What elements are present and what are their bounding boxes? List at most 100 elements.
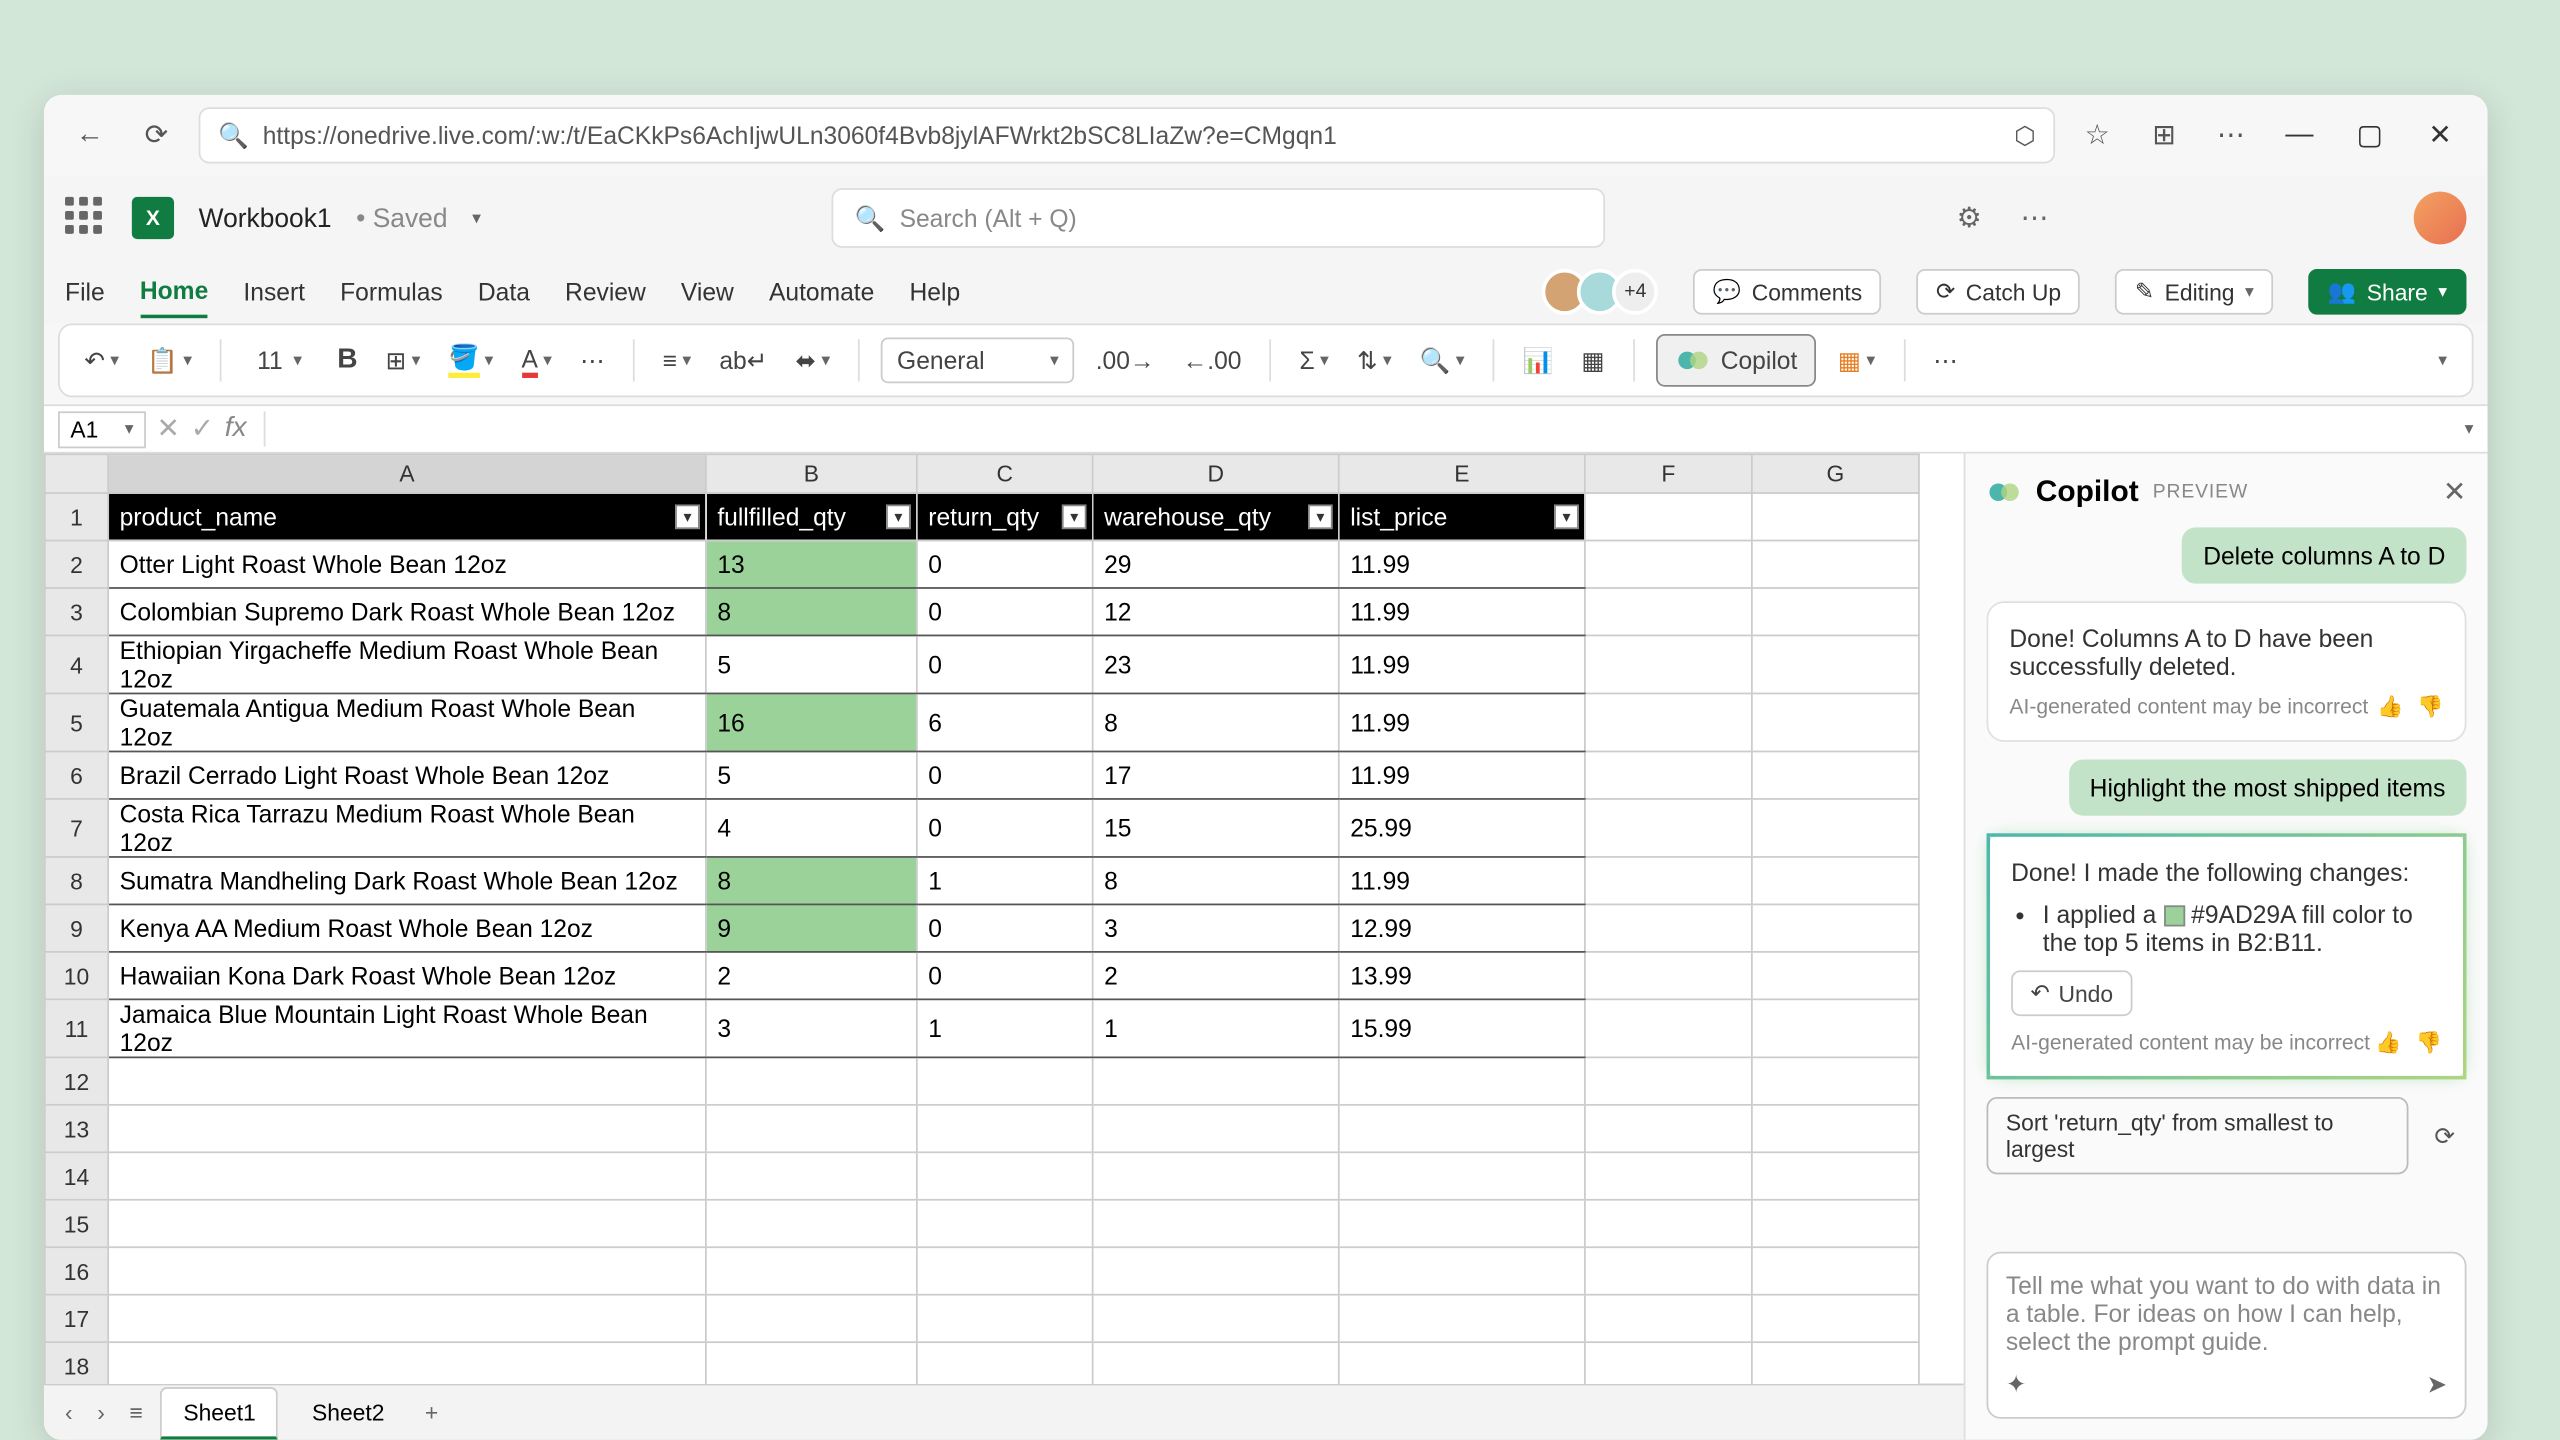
share-button[interactable]: 👥 Share ▾	[2308, 269, 2466, 315]
table-header-cell[interactable]: return_qty▾	[917, 493, 1093, 540]
refresh-suggestion-icon[interactable]: ⟳	[2423, 1113, 2467, 1159]
sheet-tab-2[interactable]: Sheet2	[289, 1387, 407, 1438]
tab-home[interactable]: Home	[140, 265, 208, 318]
cell[interactable]: 0	[917, 952, 1093, 999]
cell[interactable]: 2	[706, 952, 917, 999]
cell[interactable]	[1585, 1247, 1752, 1294]
cell[interactable]: Jamaica Blue Mountain Light Roast Whole …	[108, 999, 706, 1057]
cell[interactable]: 0	[917, 541, 1093, 588]
tab-view[interactable]: View	[681, 267, 734, 316]
col-header-E[interactable]: E	[1339, 454, 1585, 493]
cell[interactable]: Ethiopian Yirgacheffe Medium Roast Whole…	[108, 636, 706, 694]
suggestion-chip[interactable]: Sort 'return_qty' from smallest to large…	[1987, 1097, 2409, 1174]
thumbs-up-icon[interactable]: 👍	[2375, 1030, 2401, 1055]
cancel-formula-icon[interactable]: ✕	[156, 411, 180, 446]
cell[interactable]: Colombian Supremo Dark Roast Whole Bean …	[108, 588, 706, 635]
refresh-button[interactable]: ⟳	[132, 111, 181, 160]
collaborator-avatars[interactable]: +4	[1553, 269, 1658, 315]
cell[interactable]: 1	[917, 999, 1093, 1057]
cell[interactable]: Costa Rica Tarrazu Medium Roast Whole Be…	[108, 799, 706, 857]
cell[interactable]	[1752, 636, 1919, 694]
row-header[interactable]: 3	[45, 588, 108, 635]
wrap-text-button[interactable]: ab↵	[712, 340, 774, 380]
cell[interactable]	[1339, 1105, 1585, 1152]
cell[interactable]: 16	[706, 694, 917, 752]
row-header[interactable]: 18	[45, 1342, 108, 1383]
row-header[interactable]: 4	[45, 636, 108, 694]
cell[interactable]	[1585, 752, 1752, 799]
cell[interactable]: 5	[706, 636, 917, 694]
copilot-toolbar-button[interactable]: Copilot	[1656, 334, 1817, 387]
cell[interactable]	[706, 1057, 917, 1104]
cell[interactable]	[1752, 952, 1919, 999]
cell[interactable]: 8	[1093, 694, 1339, 752]
cell[interactable]	[108, 1105, 706, 1152]
cell[interactable]: 3	[706, 999, 917, 1057]
cell[interactable]	[1752, 1105, 1919, 1152]
cell[interactable]: 12	[1093, 588, 1339, 635]
cell[interactable]: 29	[1093, 541, 1339, 588]
back-button[interactable]: ←	[65, 111, 114, 160]
row-header[interactable]: 7	[45, 799, 108, 857]
collections-icon[interactable]: ⊞	[2139, 111, 2188, 160]
cell[interactable]: 11.99	[1339, 636, 1585, 694]
more-commands-icon[interactable]: ⋯	[1926, 340, 1965, 380]
cell[interactable]	[1585, 1057, 1752, 1104]
row-header[interactable]: 13	[45, 1105, 108, 1152]
bold-button[interactable]: B	[330, 339, 364, 381]
cell[interactable]	[1752, 904, 1919, 951]
row-header[interactable]: 1	[45, 493, 108, 540]
table-header-cell[interactable]: fullfilled_qty▾	[706, 493, 917, 540]
row-header[interactable]: 8	[45, 857, 108, 904]
cell[interactable]: 9	[706, 904, 917, 951]
filter-icon[interactable]: ▾	[675, 505, 700, 530]
row-header[interactable]: 9	[45, 904, 108, 951]
cell[interactable]	[1585, 904, 1752, 951]
cell[interactable]	[1585, 857, 1752, 904]
cell[interactable]	[1093, 1342, 1339, 1383]
cell[interactable]	[1585, 1342, 1752, 1383]
copilot-prompt-input[interactable]: Tell me what you want to do with data in…	[1987, 1252, 2467, 1419]
app-launcher-icon[interactable]	[65, 197, 107, 239]
conditional-format-icon[interactable]: ▦	[1574, 340, 1611, 380]
cell[interactable]	[1752, 588, 1919, 635]
search-box[interactable]: 🔍 Search (Alt + Q)	[832, 188, 1606, 248]
cell[interactable]: 0	[917, 752, 1093, 799]
filter-icon[interactable]: ▾	[1308, 505, 1333, 530]
row-header[interactable]: 2	[45, 541, 108, 588]
cell[interactable]: 0	[917, 588, 1093, 635]
cell[interactable]	[1093, 1152, 1339, 1199]
font-color-button[interactable]: A▾	[514, 338, 559, 382]
cell[interactable]: Brazil Cerrado Light Roast Whole Bean 12…	[108, 752, 706, 799]
all-sheets-icon[interactable]: ≡	[123, 1396, 150, 1429]
analyze-data-icon[interactable]: 📊	[1516, 340, 1561, 380]
cell[interactable]	[1093, 1057, 1339, 1104]
filter-icon[interactable]: ▾	[1062, 505, 1087, 530]
table-header-cell[interactable]: list_price▾	[1339, 493, 1585, 540]
cell[interactable]	[706, 1295, 917, 1342]
accept-formula-icon[interactable]: ✓	[191, 411, 215, 446]
cell[interactable]: 11.99	[1339, 694, 1585, 752]
filter-icon[interactable]: ▾	[886, 505, 911, 530]
tab-review[interactable]: Review	[565, 267, 646, 316]
cell[interactable]	[1339, 1247, 1585, 1294]
cell[interactable]	[1752, 1247, 1919, 1294]
cell[interactable]: 13	[706, 541, 917, 588]
row-header[interactable]: 17	[45, 1295, 108, 1342]
formula-input[interactable]	[264, 411, 2454, 446]
cell[interactable]	[108, 1200, 706, 1247]
find-button[interactable]: 🔍▾	[1413, 340, 1472, 380]
undo-button[interactable]: ↶▾	[77, 340, 126, 380]
cell[interactable]: 8	[706, 857, 917, 904]
cell[interactable]	[1585, 799, 1752, 857]
cell[interactable]	[1752, 694, 1919, 752]
cell[interactable]: 23	[1093, 636, 1339, 694]
cell[interactable]	[706, 1152, 917, 1199]
name-box[interactable]: A1▾	[58, 410, 146, 447]
cell[interactable]	[1339, 1152, 1585, 1199]
send-prompt-icon[interactable]: ➤	[2427, 1369, 2448, 1399]
cell[interactable]	[1752, 1295, 1919, 1342]
cell[interactable]: Kenya AA Medium Roast Whole Bean 12oz	[108, 904, 706, 951]
row-header[interactable]: 12	[45, 1057, 108, 1104]
cell[interactable]	[1752, 752, 1919, 799]
